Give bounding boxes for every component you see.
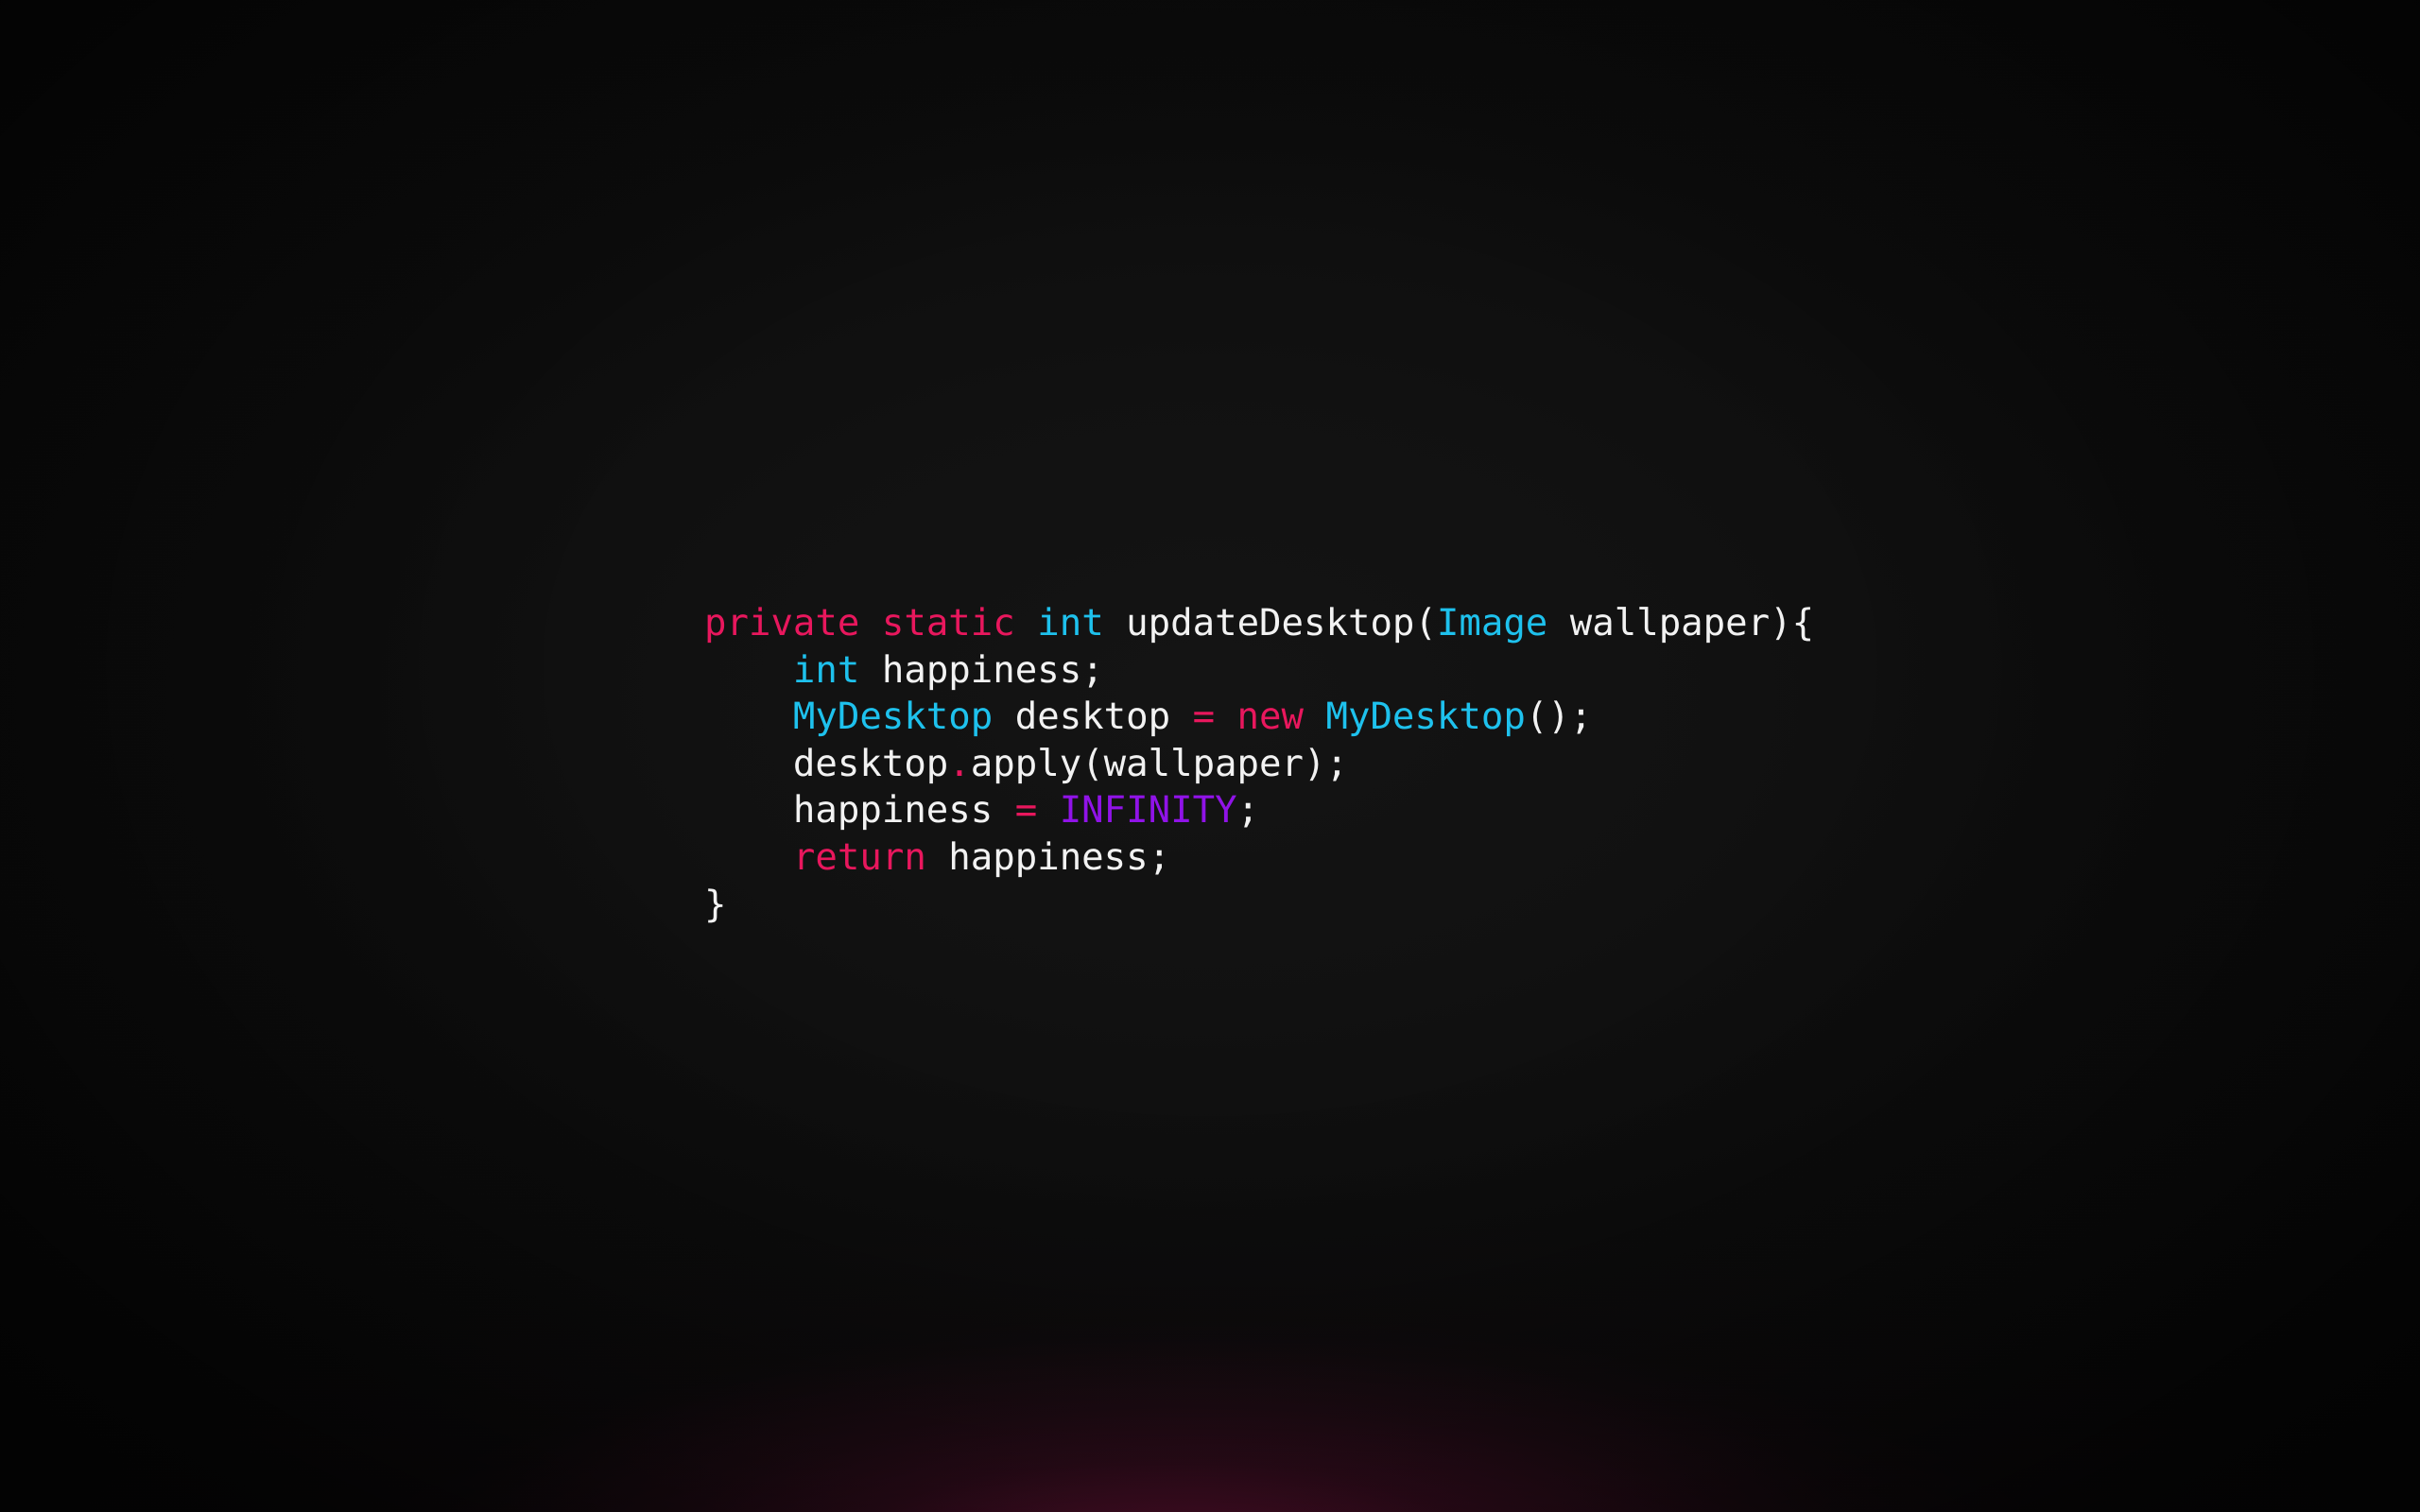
code-token-type: MyDesktop xyxy=(1325,696,1526,739)
code-token-keyword: static xyxy=(881,602,1015,644)
code-token-plain: updateDesktop( xyxy=(1103,602,1437,644)
code-token-type: int xyxy=(792,648,860,692)
code-token-constant: INFINITY xyxy=(1059,789,1237,833)
code-token-plain: wallpaper){ xyxy=(1547,602,1815,644)
code-token-type: Image xyxy=(1436,602,1548,644)
code-token-plain: apply(wallpaper); xyxy=(970,742,1348,785)
code-token-plain: desktop xyxy=(704,742,949,785)
code-token-type: int xyxy=(1037,602,1104,644)
code-token-plain: (); xyxy=(1525,696,1593,739)
code-line: return happiness; xyxy=(704,834,1814,882)
code-line: int happiness; xyxy=(704,647,1814,695)
code-token-keyword: private xyxy=(704,602,860,644)
desktop-wallpaper: private static int updateDesktop(Image w… xyxy=(0,0,2420,1512)
code-token-plain: happiness xyxy=(704,789,1015,833)
code-snippet: private static int updateDesktop(Image w… xyxy=(704,600,1814,928)
code-line: MyDesktop desktop = new MyDesktop(); xyxy=(704,694,1814,741)
code-line: happiness = INFINITY; xyxy=(704,787,1814,834)
code-token-operator: = xyxy=(1014,789,1038,833)
code-token-plain: desktop xyxy=(993,696,1193,739)
code-line: private static int updateDesktop(Image w… xyxy=(704,600,1814,647)
code-token-keyword: return xyxy=(792,835,926,879)
code-token-keyword: new xyxy=(1236,696,1304,739)
code-token-operator: . xyxy=(948,742,971,785)
code-token-plain: happiness; xyxy=(925,835,1171,879)
code-token-operator: = xyxy=(1192,696,1216,739)
code-token-plain: ; xyxy=(1236,789,1260,833)
code-token-type: MyDesktop xyxy=(792,696,994,739)
code-line: desktop.apply(wallpaper); xyxy=(704,741,1814,788)
code-line: } xyxy=(704,882,1814,929)
code-token-plain: } xyxy=(704,883,727,926)
code-token-plain: happiness; xyxy=(859,648,1104,692)
